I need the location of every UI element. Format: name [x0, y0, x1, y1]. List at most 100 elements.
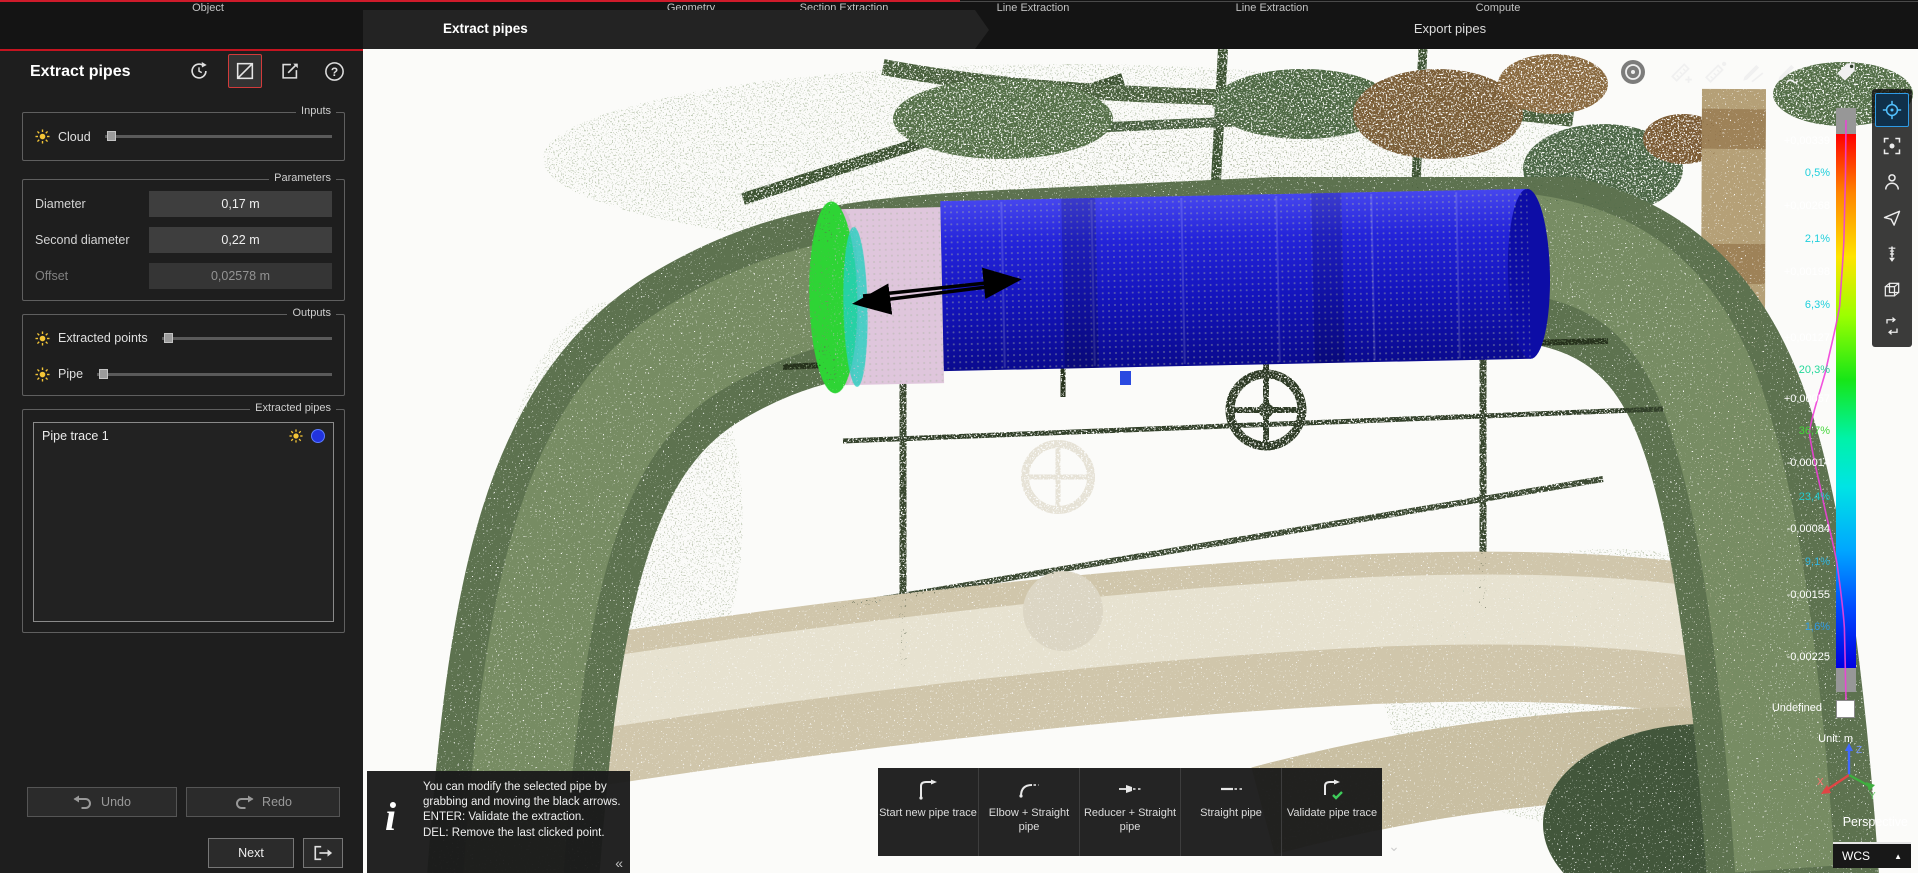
diagonal-selection-icon: [234, 60, 256, 82]
help-button[interactable]: ?: [317, 54, 351, 88]
plumb-view-button[interactable]: [1875, 237, 1909, 271]
info-icon: i: [385, 797, 396, 837]
cloud-opacity-slider[interactable]: [105, 135, 332, 138]
viewport-3d[interactable]: +0,00339 0,5% +0,00268 2,1% +0,00198 6,3…: [363, 49, 1918, 873]
perspective-cube-button[interactable]: [1875, 273, 1909, 307]
inputs-group: Inputs Cloud: [22, 112, 345, 161]
application-window: Object Geometry Section Extraction Line …: [0, 0, 1918, 873]
extracted-pipes-list[interactable]: Pipe trace 1: [33, 422, 334, 622]
inputs-legend: Inputs: [296, 105, 336, 117]
measure-distance-button[interactable]: [1701, 57, 1731, 87]
colorbar-tick-label: -0,00014: [1787, 457, 1830, 469]
visibility-sun-icon[interactable]: [35, 367, 50, 382]
collapse-hints-button[interactable]: «: [615, 855, 623, 871]
list-item[interactable]: Pipe trace 1: [34, 423, 333, 449]
coordinate-system-dropdown[interactable]: WCS ▲: [1833, 842, 1911, 868]
pipe-color-swatch[interactable]: [311, 429, 325, 443]
workflow-step-object[interactable]: Object: [192, 2, 224, 14]
point-cloud-scene: [363, 49, 1918, 873]
undo-button[interactable]: Undo: [27, 787, 177, 817]
hint-box: i You can modify the selected pipe by gr…: [367, 771, 630, 873]
coordinate-system-value: WCS: [1842, 849, 1870, 863]
visibility-sun-icon[interactable]: [289, 429, 303, 443]
cloud-opacity-thumb[interactable]: [107, 131, 116, 141]
selected-pipe-blue: [940, 188, 1551, 371]
extracted-points-opacity-thumb[interactable]: [164, 333, 173, 343]
workflow-remaining-line: [960, 1, 1918, 2]
hint-line: ENTER: Validate the extraction.: [423, 810, 623, 825]
redo-button[interactable]: Redo: [186, 787, 340, 817]
zoom-target-icon: [1882, 136, 1902, 156]
colorbar-tick-label: +0,00127: [1784, 332, 1830, 344]
view-navigation-toolbar: [1872, 89, 1912, 347]
pipe-opacity-thumb[interactable]: [99, 369, 108, 379]
second-diameter-input[interactable]: [149, 227, 332, 253]
second-diameter-label: Second diameter: [35, 233, 130, 247]
workflow-step-line-extraction[interactable]: Line Extraction: [997, 2, 1070, 14]
straight-pipe-button[interactable]: Straight pipe: [1181, 768, 1282, 856]
diameter-input[interactable]: [149, 191, 332, 217]
export-selection-button[interactable]: [273, 54, 307, 88]
elbow-straight-pipe-button[interactable]: Elbow + Straight pipe: [979, 768, 1080, 856]
svg-text:?: ?: [330, 64, 337, 78]
workflow-step-line-extraction-2[interactable]: Line Extraction: [1236, 2, 1309, 14]
exit-icon: [313, 844, 333, 862]
axis-y-label: Y: [1869, 791, 1876, 802]
projection-mode-label[interactable]: Perspective: [1843, 815, 1908, 829]
offset-input[interactable]: [149, 263, 332, 289]
colorbar-tick-label: 1,6%: [1805, 621, 1830, 633]
validate-pipe-trace-button[interactable]: Validate pipe trace: [1282, 768, 1382, 856]
cloud-label: Cloud: [58, 130, 91, 144]
colorbar-tick-label: 2,1%: [1805, 233, 1830, 245]
extracted-points-opacity-slider[interactable]: [162, 337, 332, 340]
offset-row: Offset: [23, 258, 344, 294]
undefined-checkbox[interactable]: [1836, 700, 1855, 718]
snap-target-icon: [1620, 59, 1646, 85]
hint-line: You can modify the selected pipe by grab…: [423, 780, 623, 810]
history-button[interactable]: [182, 54, 216, 88]
zoom-target-button[interactable]: [1875, 129, 1909, 163]
pipe-trace-toolbar: Start new pipe trace Elbow + Straight pi…: [878, 768, 1382, 856]
colorbar-tick-label: 23,4%: [1799, 491, 1830, 503]
visibility-sun-icon[interactable]: [35, 129, 50, 144]
selection-tool-button[interactable]: [228, 54, 262, 88]
start-new-pipe-trace-label: Start new pipe trace: [879, 807, 977, 821]
tab-export-pipes[interactable]: Export pipes: [1330, 21, 1570, 36]
axis-z-label: Z: [1856, 745, 1862, 756]
next-button[interactable]: Next: [208, 838, 294, 868]
annotate-button[interactable]: [1737, 57, 1767, 87]
pipe-trace-label: Pipe trace 1: [42, 429, 281, 443]
breadcrumb-arrow: [975, 10, 989, 49]
swap-views-icon: [1882, 316, 1902, 336]
colorbar-tick-label: 36,7%: [1799, 425, 1830, 437]
measure-create-button[interactable]: [1666, 57, 1696, 87]
undo-label: Undo: [101, 795, 131, 809]
workflow-step-compute[interactable]: Compute: [1476, 2, 1521, 14]
label-tag-icon: [1833, 59, 1859, 85]
colorbar-tick-label: +0,00057: [1784, 393, 1830, 405]
walkthrough-button[interactable]: [1875, 165, 1909, 199]
diameter-row: Diameter: [23, 186, 344, 222]
cube-icon: [1882, 280, 1902, 300]
reducer-straight-pipe-button[interactable]: Reducer + Straight pipe: [1080, 768, 1181, 856]
annotate-freehand-icon: [1774, 59, 1800, 85]
exit-script-button[interactable]: [303, 838, 343, 868]
snap-target-button[interactable]: [1618, 57, 1648, 87]
axis-gizmo[interactable]: Z X Y: [1815, 739, 1879, 803]
pipe-opacity-slider[interactable]: [97, 373, 332, 376]
straight-pipe-icon: [1219, 777, 1243, 801]
extract-pipes-panel: Extract pipes ?: [0, 49, 363, 873]
toolbar-more-chevron[interactable]: ⌄: [1385, 838, 1403, 856]
measure-distance-icon: [1703, 59, 1729, 85]
fly-mode-button[interactable]: [1875, 201, 1909, 235]
start-new-pipe-trace-button[interactable]: Start new pipe trace: [878, 768, 979, 856]
tab-extract-pipes[interactable]: Extract pipes: [363, 10, 975, 49]
parameters-legend: Parameters: [269, 172, 336, 184]
colorbar-tick-label: 9,1%: [1805, 556, 1830, 568]
swap-views-button[interactable]: [1875, 309, 1909, 343]
colorbar-tick-label: 20,3%: [1799, 364, 1830, 376]
annotate-freehand-button[interactable]: [1772, 57, 1802, 87]
label-button[interactable]: [1831, 57, 1861, 87]
visibility-sun-icon[interactable]: [35, 331, 50, 346]
center-view-button[interactable]: [1875, 93, 1909, 127]
